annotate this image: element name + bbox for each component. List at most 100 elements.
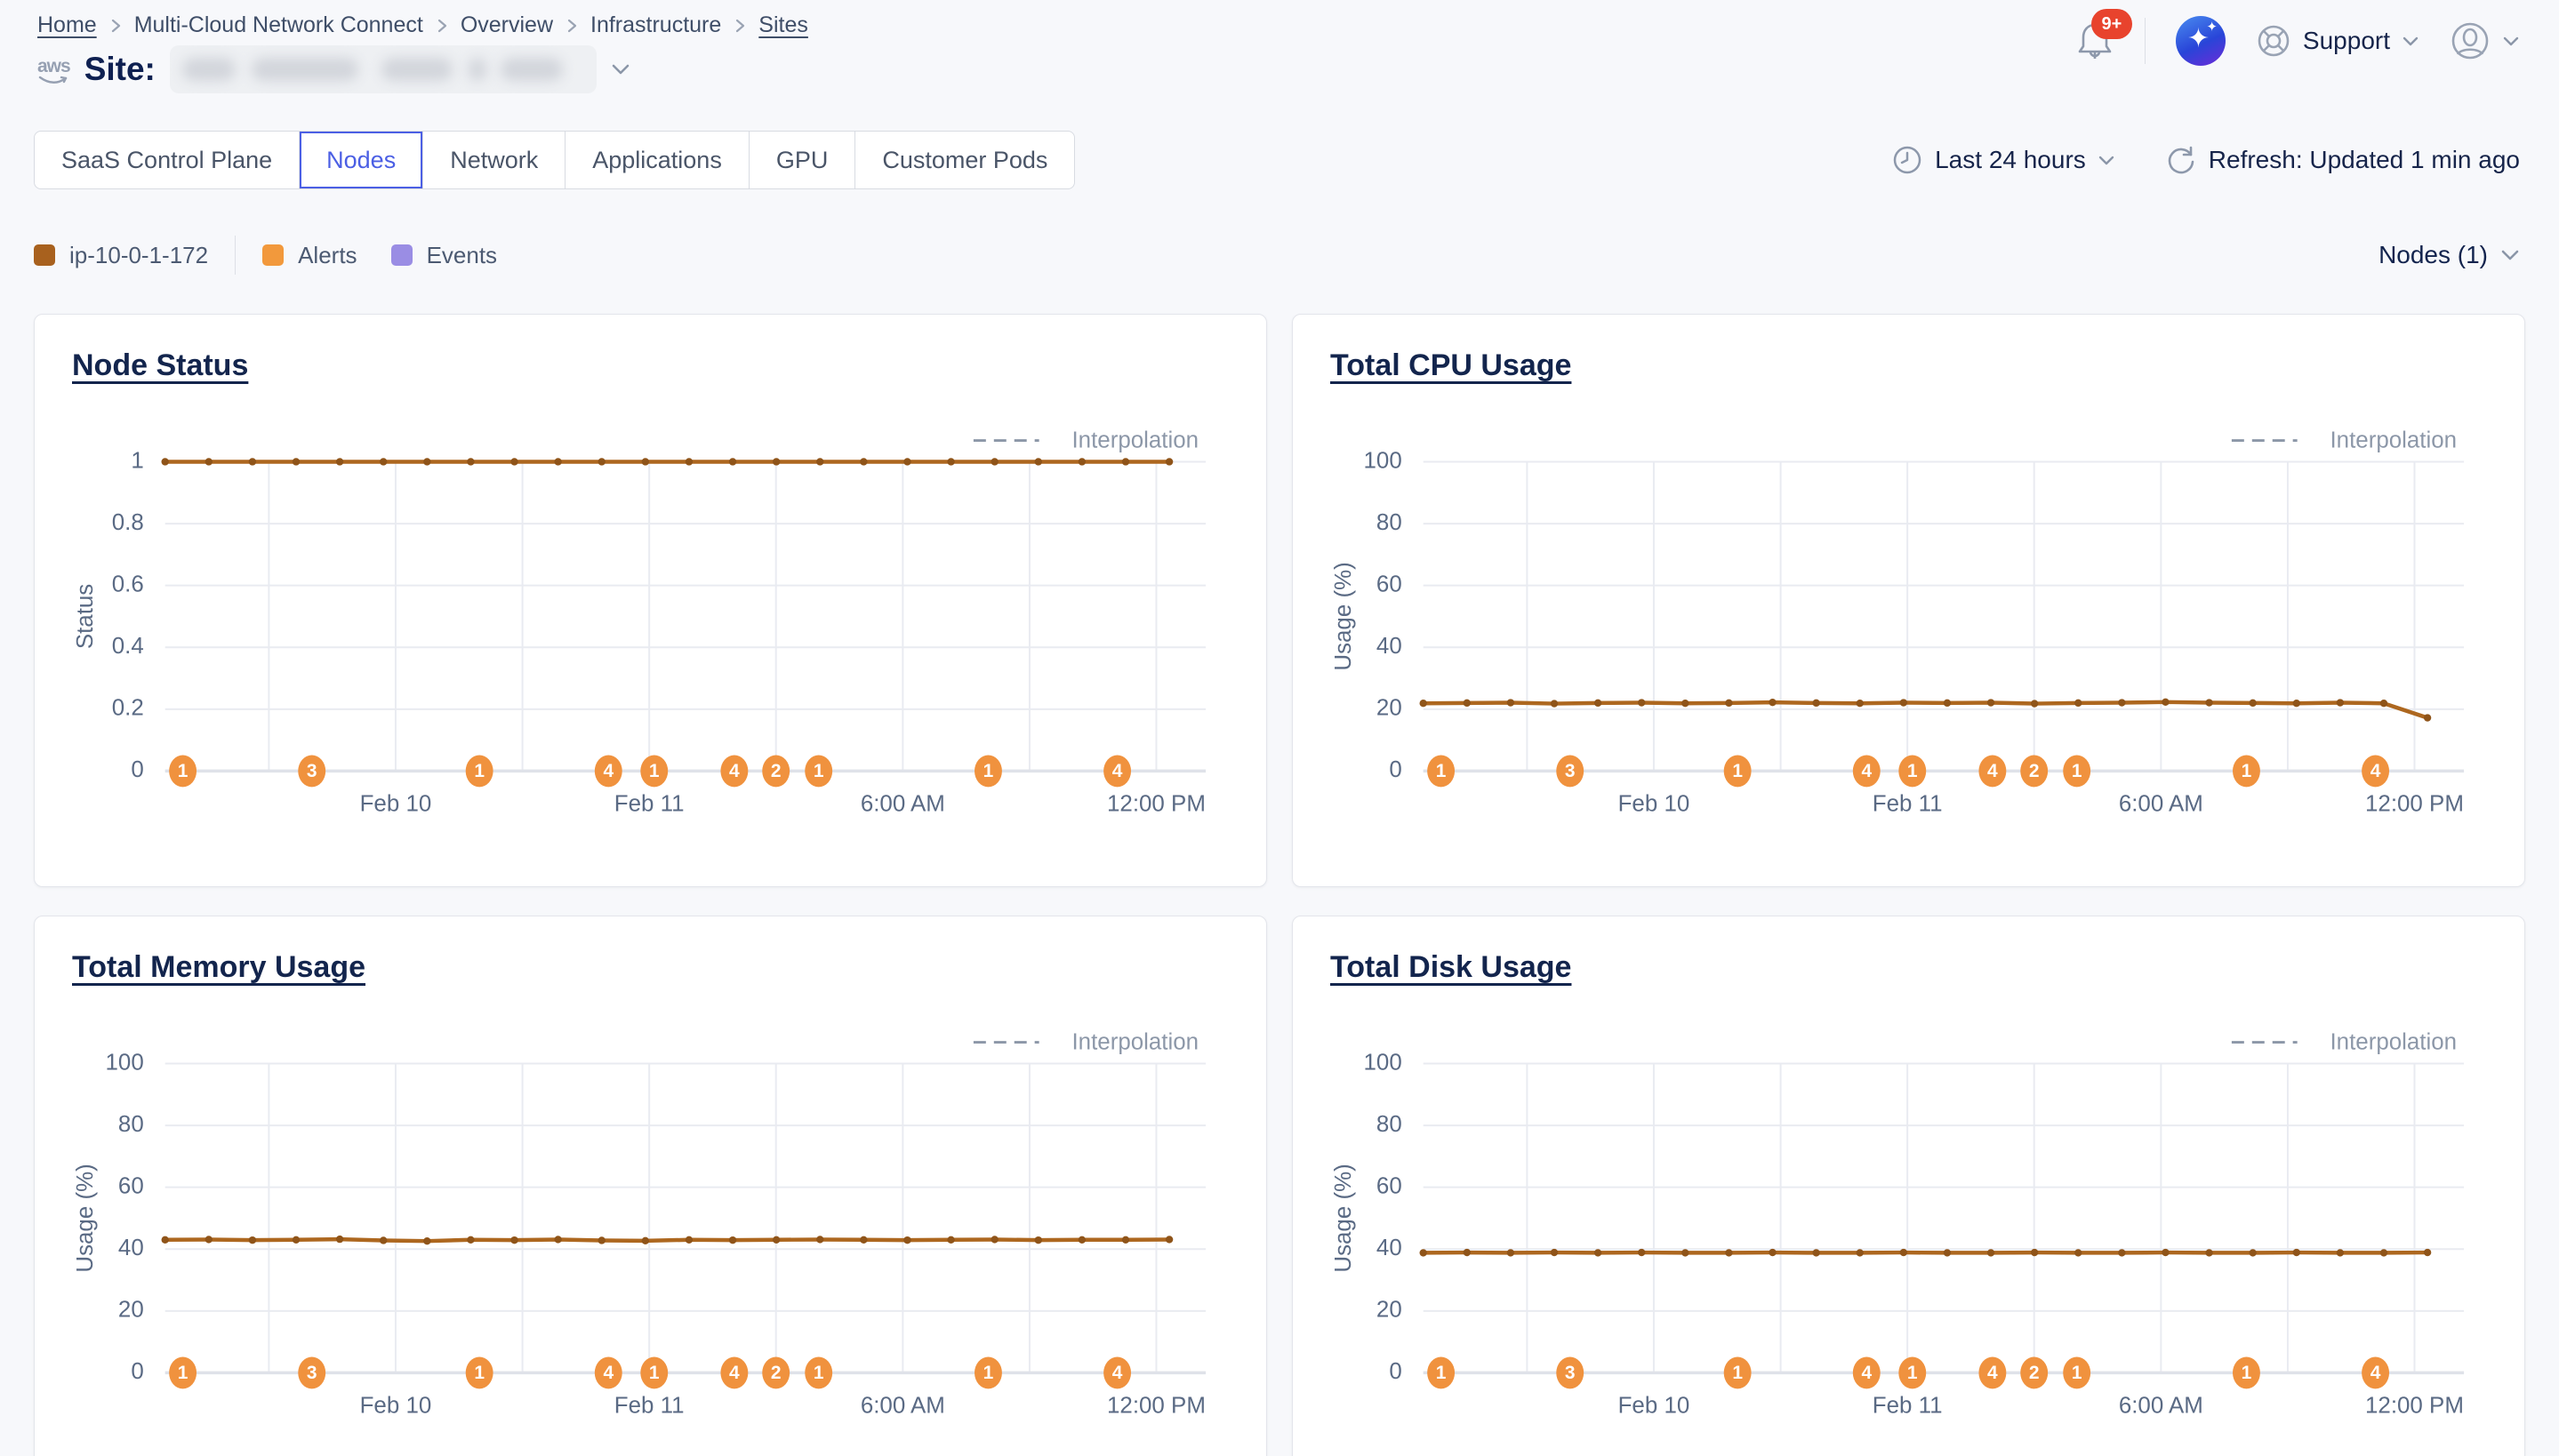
svg-text:40: 40 [1376, 634, 1402, 659]
svg-text:Interpolation: Interpolation [2330, 1030, 2457, 1055]
breadcrumb-item-sites[interactable]: Sites [758, 12, 808, 38]
legend-row: ip-10-0-1-172 Alerts Events Nodes (1) [0, 236, 2559, 275]
time-range-label: Last 24 hours [1935, 146, 2086, 174]
svg-text:12:00 PM: 12:00 PM [1107, 791, 1206, 816]
nodes-chevron-down-icon [2500, 249, 2520, 261]
svg-text:Usage (%): Usage (%) [1331, 562, 1356, 670]
svg-text:4: 4 [729, 761, 740, 781]
chevron-right-icon [566, 18, 578, 34]
legend-swatch [262, 244, 284, 266]
legend-chip-ip-10-0-1-172[interactable]: ip-10-0-1-172 [34, 242, 208, 269]
legend-label: Events [427, 242, 498, 269]
svg-text:12:00 PM: 12:00 PM [2365, 791, 2464, 816]
lifebuoy-icon [2256, 23, 2291, 59]
svg-text:4: 4 [603, 1363, 614, 1383]
svg-text:3: 3 [1565, 761, 1576, 781]
svg-text:Usage (%): Usage (%) [1331, 1164, 1356, 1272]
svg-text:4: 4 [603, 761, 614, 781]
avatar-icon [2450, 20, 2491, 61]
view-tabs: SaaS Control PlaneNodesNetworkApplicatio… [34, 131, 1075, 189]
breadcrumb-item-infrastructure[interactable]: Infrastructure [590, 12, 721, 38]
aws-icon: aws [37, 57, 70, 86]
chevron-right-icon [109, 18, 122, 34]
refresh-icon [2165, 144, 2197, 176]
svg-text:20: 20 [118, 1298, 144, 1323]
refresh-label: Refresh: Updated 1 min ago [2209, 146, 2520, 174]
svg-text:0: 0 [131, 1359, 143, 1384]
svg-text:1: 1 [1436, 1363, 1447, 1383]
nodes-dropdown-label: Nodes (1) [2379, 241, 2488, 269]
svg-text:Feb 10: Feb 10 [360, 1393, 432, 1418]
tab-customer-pods[interactable]: Customer Pods [855, 132, 1074, 188]
chart-title-link[interactable]: Total Memory Usage [72, 950, 365, 985]
chart-plot[interactable]: 020406080100Usage (%)Feb 10Feb 116:00 AM… [1293, 916, 2524, 1456]
nodes-dropdown[interactable]: Nodes (1) [2379, 241, 2520, 269]
svg-text:Feb 11: Feb 11 [614, 791, 685, 816]
svg-text:1: 1 [474, 1363, 485, 1383]
svg-text:1: 1 [474, 761, 485, 781]
svg-text:1: 1 [131, 448, 143, 473]
legend-swatch [34, 244, 55, 266]
svg-text:4: 4 [2370, 761, 2381, 781]
svg-text:4: 4 [729, 1363, 740, 1383]
svg-text:0: 0 [1389, 757, 1401, 782]
site-name-redacted[interactable] [170, 45, 597, 93]
svg-text:1: 1 [983, 1363, 994, 1383]
support-menu[interactable]: Support [2256, 23, 2419, 59]
time-range-dropdown[interactable]: Last 24 hours [1891, 144, 2115, 176]
svg-text:20: 20 [1376, 1298, 1402, 1323]
svg-text:3: 3 [1565, 1363, 1576, 1383]
svg-text:100: 100 [106, 1050, 144, 1075]
chart-card-total-disk-usage: Total Disk Usage020406080100Usage (%)Feb… [1292, 916, 2525, 1456]
tab-applications[interactable]: Applications [566, 132, 750, 188]
svg-text:1: 1 [2072, 761, 2082, 781]
svg-text:60: 60 [1376, 1173, 1402, 1198]
chevron-right-icon [436, 18, 448, 34]
chart-title-link[interactable]: Total CPU Usage [1330, 348, 1571, 383]
legend-chip-alerts[interactable]: Alerts [262, 242, 357, 269]
tab-nodes[interactable]: Nodes [300, 132, 423, 188]
ai-assistant-button[interactable]: ✦ ✦ [2176, 16, 2226, 66]
chart-plot[interactable]: 020406080100Usage (%)Feb 10Feb 116:00 AM… [1293, 315, 2524, 886]
refresh-button[interactable]: Refresh: Updated 1 min ago [2165, 144, 2520, 176]
notifications-button[interactable]: 9+ [2075, 20, 2114, 62]
tab-saas-control-plane[interactable]: SaaS Control Plane [35, 132, 300, 188]
chart-title-link[interactable]: Node Status [72, 348, 248, 383]
topbar-divider [2145, 18, 2146, 64]
svg-text:1: 1 [649, 761, 660, 781]
svg-text:4: 4 [1987, 1363, 1998, 1383]
svg-text:2: 2 [2029, 1363, 2040, 1383]
site-chevron-down-icon[interactable] [611, 63, 630, 76]
breadcrumb-item-home[interactable]: Home [37, 12, 97, 38]
chart-title-link[interactable]: Total Disk Usage [1330, 950, 1571, 985]
legend-chip-events[interactable]: Events [391, 242, 498, 269]
svg-text:6:00 AM: 6:00 AM [2119, 791, 2203, 816]
chart-plot[interactable]: 00.20.40.60.81StatusFeb 10Feb 116:00 AM1… [35, 315, 1266, 886]
svg-text:100: 100 [1364, 448, 1402, 473]
legend-divider [235, 236, 236, 275]
svg-text:60: 60 [118, 1173, 144, 1198]
legend-label: Alerts [298, 242, 357, 269]
svg-text:80: 80 [1376, 510, 1402, 535]
svg-text:Status: Status [73, 584, 98, 649]
account-menu[interactable] [2450, 20, 2520, 61]
chart-plot[interactable]: 020406080100Usage (%)Feb 10Feb 116:00 AM… [35, 916, 1266, 1456]
series-legend: ip-10-0-1-172 Alerts Events [34, 236, 497, 275]
svg-text:100: 100 [1364, 1050, 1402, 1075]
notification-count-badge: 9+ [2091, 9, 2132, 39]
breadcrumb-item-multi-cloud-network-connect[interactable]: Multi-Cloud Network Connect [134, 12, 423, 38]
svg-text:4: 4 [1861, 761, 1872, 781]
site-label: Site: [84, 51, 156, 88]
svg-text:Feb 10: Feb 10 [360, 791, 432, 816]
chart-card-total-memory-usage: Total Memory Usage020406080100Usage (%)F… [34, 916, 1267, 1456]
svg-text:40: 40 [118, 1236, 144, 1260]
svg-text:1: 1 [814, 1363, 824, 1383]
breadcrumb-item-overview[interactable]: Overview [461, 12, 553, 38]
svg-text:1: 1 [2242, 1363, 2252, 1383]
tab-network[interactable]: Network [423, 132, 566, 188]
chevron-right-icon [734, 18, 746, 34]
tab-gpu[interactable]: GPU [750, 132, 856, 188]
svg-text:1: 1 [1436, 761, 1447, 781]
svg-text:1: 1 [1907, 1363, 1918, 1383]
svg-text:0: 0 [131, 757, 143, 782]
